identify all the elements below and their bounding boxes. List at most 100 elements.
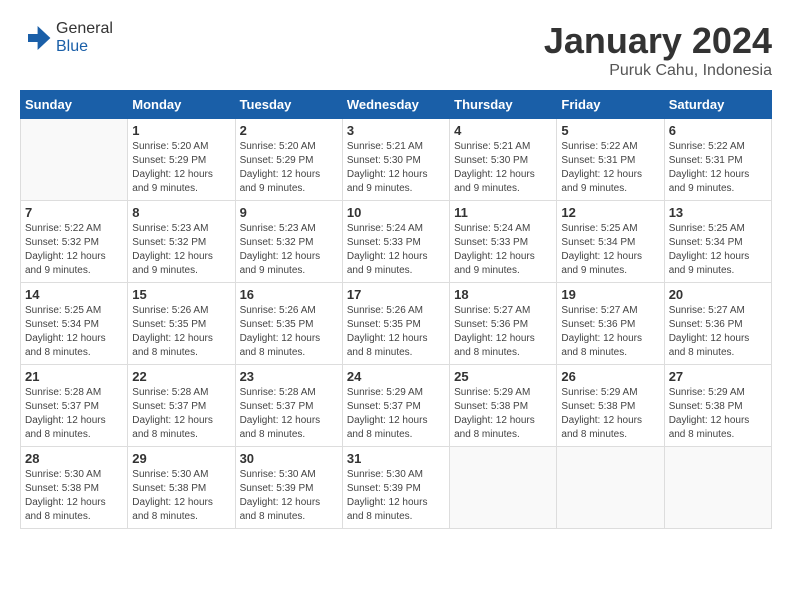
calendar-day-cell: 6 Sunrise: 5:22 AMSunset: 5:31 PMDaylight… (664, 119, 771, 201)
calendar-day-cell: 10 Sunrise: 5:24 AMSunset: 5:33 PMDayligh… (342, 201, 449, 283)
calendar-day-cell: 2 Sunrise: 5:20 AMSunset: 5:29 PMDaylight… (235, 119, 342, 201)
calendar-day-cell: 26 Sunrise: 5:29 AMSunset: 5:38 PMDayligh… (557, 365, 664, 447)
day-number: 8 (132, 205, 230, 220)
weekday-header: Saturday (664, 91, 771, 119)
location-title: Puruk Cahu, Indonesia (544, 62, 772, 80)
calendar-day-cell: 4Sunrise: 5:21 AMSunset: 5:30 PMDaylight… (450, 119, 557, 201)
calendar-day-cell: 13 Sunrise: 5:25 AMSunset: 5:34 PMDayligh… (664, 201, 771, 283)
logo-blue: Blue (56, 38, 88, 55)
calendar-week-row: 21 Sunrise: 5:28 AMSunset: 5:37 PMDayligh… (21, 365, 772, 447)
day-number: 26 (561, 369, 659, 384)
day-info: Sunrise: 5:29 AMSunset: 5:38 PMDaylight:… (561, 386, 659, 442)
calendar-week-row: 1 Sunrise: 5:20 AMSunset: 5:29 PMDaylight… (21, 119, 772, 201)
calendar-day-cell: 31Sunrise: 5:30 AMSunset: 5:39 PMDayligh… (342, 447, 449, 529)
calendar-day-cell: 8 Sunrise: 5:23 AMSunset: 5:32 PMDaylight… (128, 201, 235, 283)
calendar-day-cell: 9 Sunrise: 5:23 AMSunset: 5:32 PMDaylight… (235, 201, 342, 283)
day-number: 19 (561, 287, 659, 302)
day-number: 16 (240, 287, 338, 302)
day-info: Sunrise: 5:22 AMSunset: 5:31 PMDaylight:… (561, 140, 659, 196)
day-info: Sunrise: 5:22 AMSunset: 5:32 PMDaylight:… (25, 222, 123, 278)
day-info: Sunrise: 5:27 AMSunset: 5:36 PMDaylight:… (561, 304, 659, 360)
day-number: 17 (347, 287, 445, 302)
weekday-header: Thursday (450, 91, 557, 119)
logo-text: General Blue (56, 20, 113, 56)
calendar-day-cell (21, 119, 128, 201)
day-number: 4 (454, 123, 552, 138)
day-number: 24 (347, 369, 445, 384)
day-info: Sunrise: 5:23 AMSunset: 5:32 PMDaylight:… (240, 222, 338, 278)
weekday-header-row: SundayMondayTuesdayWednesdayThursdayFrid… (21, 91, 772, 119)
day-info: Sunrise: 5:25 AMSunset: 5:34 PMDaylight:… (669, 222, 767, 278)
title-section: January 2024 Puruk Cahu, Indonesia (544, 20, 772, 80)
day-info: Sunrise: 5:20 AMSunset: 5:29 PMDaylight:… (240, 140, 338, 196)
day-info: Sunrise: 5:30 AMSunset: 5:39 PMDaylight:… (240, 468, 338, 524)
day-number: 6 (669, 123, 767, 138)
day-info: Sunrise: 5:21 AMSunset: 5:30 PMDaylight:… (347, 140, 445, 196)
calendar-day-cell: 20Sunrise: 5:27 AMSunset: 5:36 PMDayligh… (664, 283, 771, 365)
day-info: Sunrise: 5:24 AMSunset: 5:33 PMDaylight:… (347, 222, 445, 278)
calendar-week-row: 7Sunrise: 5:22 AMSunset: 5:32 PMDaylight… (21, 201, 772, 283)
calendar-day-cell: 27Sunrise: 5:29 AMSunset: 5:38 PMDayligh… (664, 365, 771, 447)
day-info: Sunrise: 5:20 AMSunset: 5:29 PMDaylight:… (132, 140, 230, 196)
calendar-day-cell: 17 Sunrise: 5:26 AMSunset: 5:35 PMDayligh… (342, 283, 449, 365)
calendar-day-cell: 21Sunrise: 5:28 AMSunset: 5:37 PMDayligh… (21, 365, 128, 447)
day-info: Sunrise: 5:29 AMSunset: 5:38 PMDaylight:… (454, 386, 552, 442)
day-number: 18 (454, 287, 552, 302)
calendar-day-cell: 28Sunrise: 5:30 AMSunset: 5:38 PMDayligh… (21, 447, 128, 529)
day-number: 25 (454, 369, 552, 384)
day-number: 31 (347, 451, 445, 466)
day-number: 1 (132, 123, 230, 138)
day-info: Sunrise: 5:27 AMSunset: 5:36 PMDaylight:… (454, 304, 552, 360)
day-info: Sunrise: 5:24 AMSunset: 5:33 PMDaylight:… (454, 222, 552, 278)
calendar-day-cell: 14 Sunrise: 5:25 AMSunset: 5:34 PMDayligh… (21, 283, 128, 365)
day-info: Sunrise: 5:29 AMSunset: 5:37 PMDaylight:… (347, 386, 445, 442)
day-info: Sunrise: 5:27 AMSunset: 5:36 PMDaylight:… (669, 304, 767, 360)
calendar-day-cell: 16 Sunrise: 5:26 AMSunset: 5:35 PMDayligh… (235, 283, 342, 365)
weekday-header: Sunday (21, 91, 128, 119)
weekday-header: Monday (128, 91, 235, 119)
day-info: Sunrise: 5:25 AMSunset: 5:34 PMDaylight:… (561, 222, 659, 278)
calendar-day-cell: 23Sunrise: 5:28 AMSunset: 5:37 PMDayligh… (235, 365, 342, 447)
day-number: 27 (669, 369, 767, 384)
day-number: 22 (132, 369, 230, 384)
day-info: Sunrise: 5:26 AMSunset: 5:35 PMDaylight:… (240, 304, 338, 360)
calendar-day-cell: 1 Sunrise: 5:20 AMSunset: 5:29 PMDaylight… (128, 119, 235, 201)
day-number: 14 (25, 287, 123, 302)
day-info: Sunrise: 5:25 AMSunset: 5:34 PMDaylight:… (25, 304, 123, 360)
calendar-day-cell: 5Sunrise: 5:22 AMSunset: 5:31 PMDaylight… (557, 119, 664, 201)
day-info: Sunrise: 5:30 AMSunset: 5:38 PMDaylight:… (132, 468, 230, 524)
day-info: Sunrise: 5:22 AMSunset: 5:31 PMDaylight:… (669, 140, 767, 196)
day-number: 11 (454, 205, 552, 220)
day-number: 3 (347, 123, 445, 138)
day-info: Sunrise: 5:23 AMSunset: 5:32 PMDaylight:… (132, 222, 230, 278)
month-title: January 2024 (544, 20, 772, 62)
day-number: 10 (347, 205, 445, 220)
day-info: Sunrise: 5:26 AMSunset: 5:35 PMDaylight:… (347, 304, 445, 360)
logo: General Blue (20, 20, 113, 56)
calendar-day-cell (664, 447, 771, 529)
day-number: 13 (669, 205, 767, 220)
day-info: Sunrise: 5:28 AMSunset: 5:37 PMDaylight:… (240, 386, 338, 442)
calendar-day-cell: 30 Sunrise: 5:30 AMSunset: 5:39 PMDayligh… (235, 447, 342, 529)
calendar-day-cell: 7Sunrise: 5:22 AMSunset: 5:32 PMDaylight… (21, 201, 128, 283)
day-number: 9 (240, 205, 338, 220)
calendar-day-cell: 19 Sunrise: 5:27 AMSunset: 5:36 PMDayligh… (557, 283, 664, 365)
day-info: Sunrise: 5:28 AMSunset: 5:37 PMDaylight:… (132, 386, 230, 442)
weekday-header: Tuesday (235, 91, 342, 119)
weekday-header: Wednesday (342, 91, 449, 119)
calendar-day-cell: 18 Sunrise: 5:27 AMSunset: 5:36 PMDayligh… (450, 283, 557, 365)
calendar-day-cell: 11 Sunrise: 5:24 AMSunset: 5:33 PMDayligh… (450, 201, 557, 283)
calendar-day-cell: 25 Sunrise: 5:29 AMSunset: 5:38 PMDayligh… (450, 365, 557, 447)
day-number: 2 (240, 123, 338, 138)
day-number: 29 (132, 451, 230, 466)
day-number: 15 (132, 287, 230, 302)
calendar-day-cell: 24 Sunrise: 5:29 AMSunset: 5:37 PMDayligh… (342, 365, 449, 447)
day-number: 30 (240, 451, 338, 466)
calendar-day-cell: 3 Sunrise: 5:21 AMSunset: 5:30 PMDaylight… (342, 119, 449, 201)
calendar-day-cell: 22 Sunrise: 5:28 AMSunset: 5:37 PMDayligh… (128, 365, 235, 447)
day-number: 21 (25, 369, 123, 384)
calendar-week-row: 28 Sunrise: 5:30 AMSunset: 5:38 PMDayligh… (21, 447, 772, 529)
calendar-day-cell: 12Sunrise: 5:25 AMSunset: 5:34 PMDayligh… (557, 201, 664, 283)
day-number: 28 (25, 451, 123, 466)
calendar-day-cell (450, 447, 557, 529)
